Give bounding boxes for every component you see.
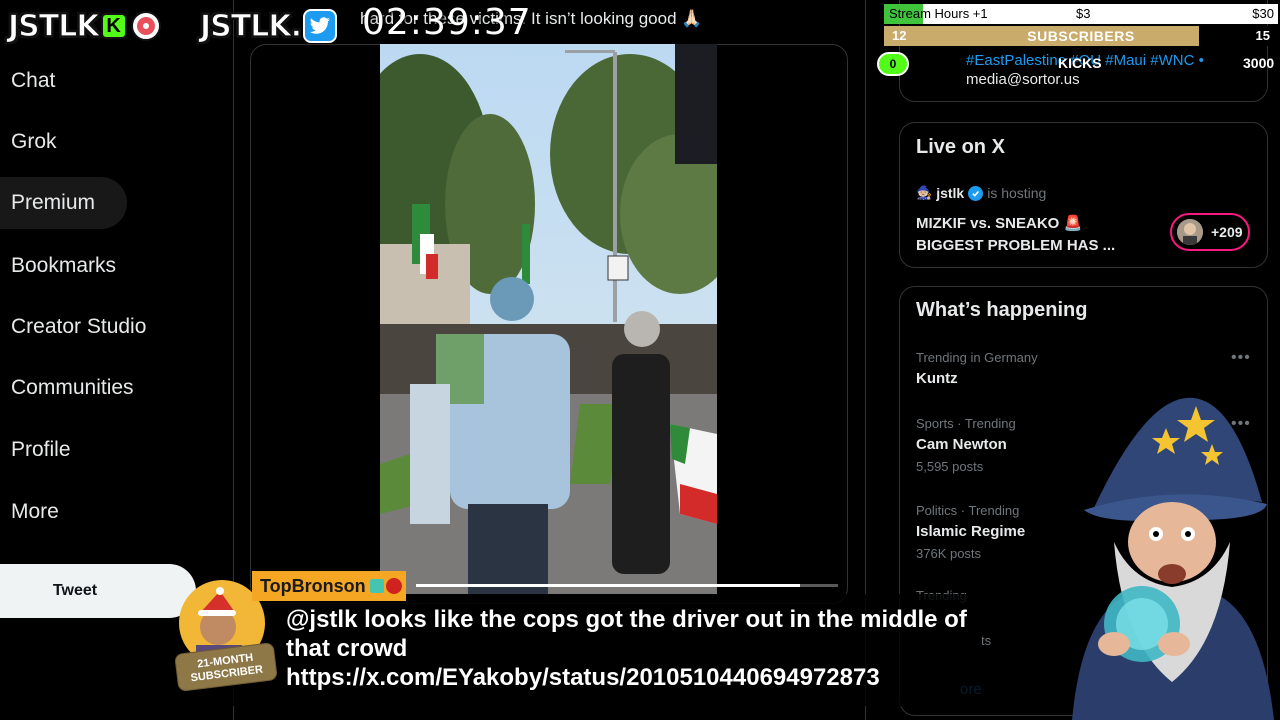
trend-posts: 376K posts <box>916 546 982 561</box>
more-dots-icon[interactable]: ••• <box>1231 349 1251 367</box>
kicks-target: 3000 <box>1243 55 1275 71</box>
nav-item-creator-studio[interactable]: Creator Studio <box>0 301 146 353</box>
goal-mid-value: $3 <box>1076 6 1091 21</box>
chat-message-text: @jstlk looks like the cops got the drive… <box>286 606 967 691</box>
nav-item-label: Creator Studio <box>11 315 147 338</box>
trend-name: Kuntz <box>916 370 958 387</box>
host-line: 🧙🏼 jstlk is hosting <box>916 185 1046 201</box>
video-frame <box>380 44 717 594</box>
chat-username-text: TopBronson <box>260 575 366 596</box>
nav-item-label: Communities <box>11 376 134 399</box>
trend-meta: Politics · Trending <box>916 503 1020 518</box>
subs-target: 15 <box>1255 28 1270 43</box>
stream-timer: 02:39:37 <box>362 2 532 43</box>
subs-label: SUBSCRIBERS <box>1027 28 1135 44</box>
nav-item-label: Profile <box>11 438 71 461</box>
streamer-logo-right: JSTLK. <box>199 6 337 46</box>
live-on-x-card[interactable]: Live on X 🧙🏼 jstlk is hosting MIZKIF vs.… <box>899 122 1268 268</box>
nav-item-label: Bookmarks <box>11 254 117 277</box>
verified-badge-icon <box>968 185 984 201</box>
nav-item-label: Chat <box>11 69 56 92</box>
listener-count: +209 <box>1211 224 1243 240</box>
badge-icon <box>369 579 384 593</box>
stream-hours-goal: Stream Hours +1 $3 $30 <box>884 4 1278 24</box>
trend-posts: 5,595 posts <box>916 459 984 474</box>
tweet-button[interactable]: Tweet <box>0 564 196 618</box>
twitter-bird-icon <box>303 9 337 43</box>
hosting-label: is hosting <box>987 185 1047 201</box>
bio-email: media@sortor.us <box>966 71 1080 88</box>
kicks-current: 0 <box>877 52 909 76</box>
nav-item-profile[interactable]: Profile <box>0 424 71 476</box>
nav-item-communities[interactable]: Communities <box>0 362 134 414</box>
goal-target: $30 <box>1252 6 1274 21</box>
goal-label: Stream Hours +1 <box>889 6 988 21</box>
record-icon <box>130 11 161 41</box>
nav-item-more[interactable]: More <box>0 486 59 538</box>
host-avatar: 🧙🏼 <box>916 185 933 200</box>
trend-item[interactable]: Sports · Trending Cam Newton 5,595 posts <box>916 416 1016 474</box>
logo-text: JSTLK <box>7 8 100 44</box>
nav-item-bookmarks[interactable]: Bookmarks <box>0 240 116 292</box>
nav-item-label: More <box>11 500 59 523</box>
video-progress-fill <box>416 584 801 587</box>
trend-item[interactable]: Politics · Trending Islamic Regime 376K … <box>916 503 1025 561</box>
kicks-label: KICKS <box>1058 55 1102 71</box>
nav-item-grok[interactable]: Grok <box>0 116 57 168</box>
space-title[interactable]: MIZKIF vs. SNEAKO 🚨 BIGGEST PROBLEM HAS … <box>916 213 1136 257</box>
badge-icon <box>385 578 402 594</box>
trend-name: Islamic Regime <box>916 523 1026 540</box>
nav-item-chat[interactable]: Chat <box>0 55 55 107</box>
streamer-logo-left: JSTLK K <box>7 6 161 46</box>
trend-item[interactable]: Trending in Germany Kuntz <box>916 350 1038 387</box>
nav-item-label: Premium <box>11 191 96 214</box>
listeners-pill[interactable]: +209 <box>1170 213 1250 251</box>
subscribers-goal: 12 SUBSCRIBERS 15 <box>884 26 1278 46</box>
nav-item-premium[interactable]: Premium <box>0 177 127 229</box>
nav-item-label: Grok <box>11 130 57 153</box>
trend-meta: Sports · Trending <box>916 416 1016 431</box>
listener-avatar <box>1177 219 1203 245</box>
kick-logo-icon: K <box>100 13 127 39</box>
video-progress-bar[interactable] <box>416 584 838 587</box>
logo-text: JSTLK. <box>199 8 302 44</box>
trend-posts-partial: ts <box>981 633 992 648</box>
host-name[interactable]: jstlk <box>936 185 964 201</box>
live-card-title: Live on X <box>916 136 1005 158</box>
whats-happening-title: What’s happening <box>916 299 1088 321</box>
chat-username: TopBronson <box>252 571 406 601</box>
trend-meta: Trending in Germany <box>916 350 1038 365</box>
trend-name: Cam Newton <box>916 436 1007 453</box>
video-player[interactable] <box>380 44 717 594</box>
wizard-mascot <box>1062 392 1280 720</box>
